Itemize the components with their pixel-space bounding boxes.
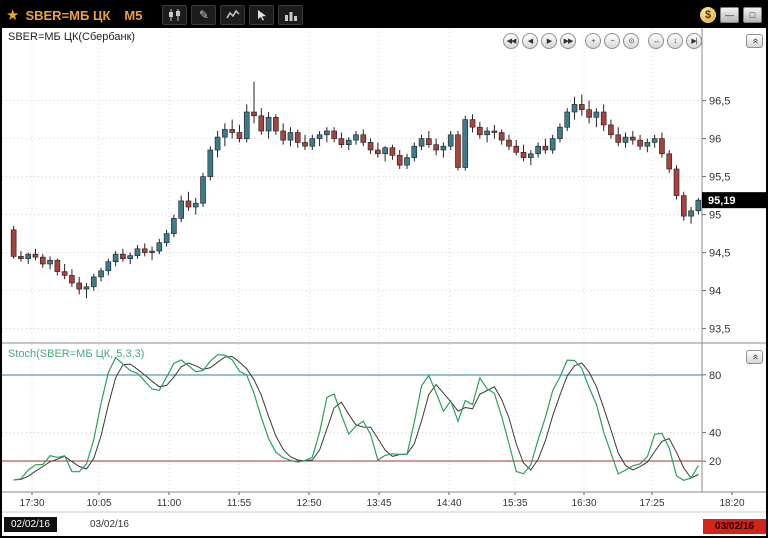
timeframe-label[interactable]: M5	[124, 8, 142, 23]
titlebar: ★ SBER=МБ ЦК M5 ✎	[2, 2, 766, 28]
scroll-left-button[interactable]: ◀	[522, 33, 538, 49]
date-badge-current: 03/02/16	[703, 519, 766, 534]
chart-nav-toolbar: ◀◀◀▶▶▶+−⊙↔↕▶|	[500, 33, 702, 49]
indicator-icon	[226, 9, 240, 21]
zoom-in-button[interactable]: +	[585, 33, 601, 49]
titlebar-toolbar: ✎	[162, 5, 303, 25]
scroll-end-button[interactable]: ▶▶	[560, 33, 576, 49]
scale-vertical-button[interactable]: ↕	[667, 33, 683, 49]
svg-text:96,5: 96,5	[709, 96, 730, 108]
chevron-up-icon: «	[750, 354, 760, 360]
svg-text:93,5: 93,5	[709, 324, 730, 336]
chart-canvas[interactable]: 96,5 96 95,5 95 94,5 94 93,5 17:30 10:05 11:00 11:…	[2, 28, 766, 536]
chart-style-button[interactable]	[162, 5, 187, 25]
minimize-button[interactable]: —	[720, 7, 739, 23]
svg-text:11:00: 11:00	[157, 498, 182, 509]
chart-symbol-label: SBER=МБ ЦК(Сбербанк)	[8, 31, 135, 43]
svg-text:95,19: 95,19	[708, 195, 736, 207]
svg-text:13:45: 13:45	[366, 498, 391, 509]
svg-text:94,5: 94,5	[709, 248, 730, 260]
svg-text:20: 20	[709, 456, 721, 468]
chevron-up-icon: «	[750, 38, 760, 44]
titlebar-symbol: SBER=МБ ЦК	[25, 8, 110, 23]
svg-text:94: 94	[709, 286, 721, 298]
svg-text:95: 95	[709, 210, 721, 222]
svg-text:80: 80	[709, 370, 721, 382]
svg-text:40: 40	[709, 427, 721, 439]
svg-text:11:55: 11:55	[227, 498, 252, 509]
pencil-icon: ✎	[199, 7, 209, 23]
svg-text:14:40: 14:40	[436, 498, 461, 509]
svg-text:15:35: 15:35	[502, 498, 527, 509]
svg-text:17:25: 17:25	[639, 498, 664, 509]
candlestick-icon	[168, 9, 182, 21]
scroll-start-button[interactable]: ◀◀	[503, 33, 519, 49]
go-to-last-button[interactable]: ▶|	[686, 33, 702, 49]
stoch-indicator-label: Stoch(SBER=МБ ЦК, 5,3,3)	[8, 348, 144, 360]
cursor-button[interactable]	[249, 5, 274, 25]
volume-button[interactable]	[278, 5, 303, 25]
scroll-right-button[interactable]: ▶	[541, 33, 557, 49]
app-window: ★ SBER=МБ ЦК M5 ✎	[0, 0, 768, 538]
svg-text:12:50: 12:50	[296, 498, 321, 509]
chart-area: 96,5 96 95,5 95 94,5 94 93,5 17:30 10:05 11:00 11:…	[2, 28, 766, 536]
favorite-star-icon[interactable]: ★	[6, 8, 19, 23]
window-controls: $ — □	[700, 7, 762, 23]
maximize-button[interactable]: □	[743, 7, 762, 23]
draw-button[interactable]: ✎	[191, 5, 216, 25]
svg-text:17:30: 17:30	[19, 498, 44, 509]
zoom-auto-button[interactable]: ⊙	[623, 33, 639, 49]
collapse-main-panel-button[interactable]: «	[746, 34, 763, 48]
svg-text:95,5: 95,5	[709, 172, 730, 184]
currency-icon[interactable]: $	[700, 7, 716, 23]
svg-text:10:05: 10:05	[86, 498, 111, 509]
indicators-button[interactable]	[220, 5, 245, 25]
zoom-out-button[interactable]: −	[604, 33, 620, 49]
histogram-icon	[284, 9, 298, 21]
svg-text:18:20: 18:20	[719, 498, 744, 509]
svg-text:96: 96	[709, 134, 721, 146]
date-badge-start: 02/02/16	[4, 517, 57, 532]
scale-horizontal-button[interactable]: ↔	[648, 33, 664, 49]
svg-text:16:30: 16:30	[571, 498, 596, 509]
cursor-icon	[256, 9, 268, 21]
collapse-stoch-panel-button[interactable]: «	[746, 350, 763, 364]
session-date-label: 03/02/16	[90, 519, 129, 530]
